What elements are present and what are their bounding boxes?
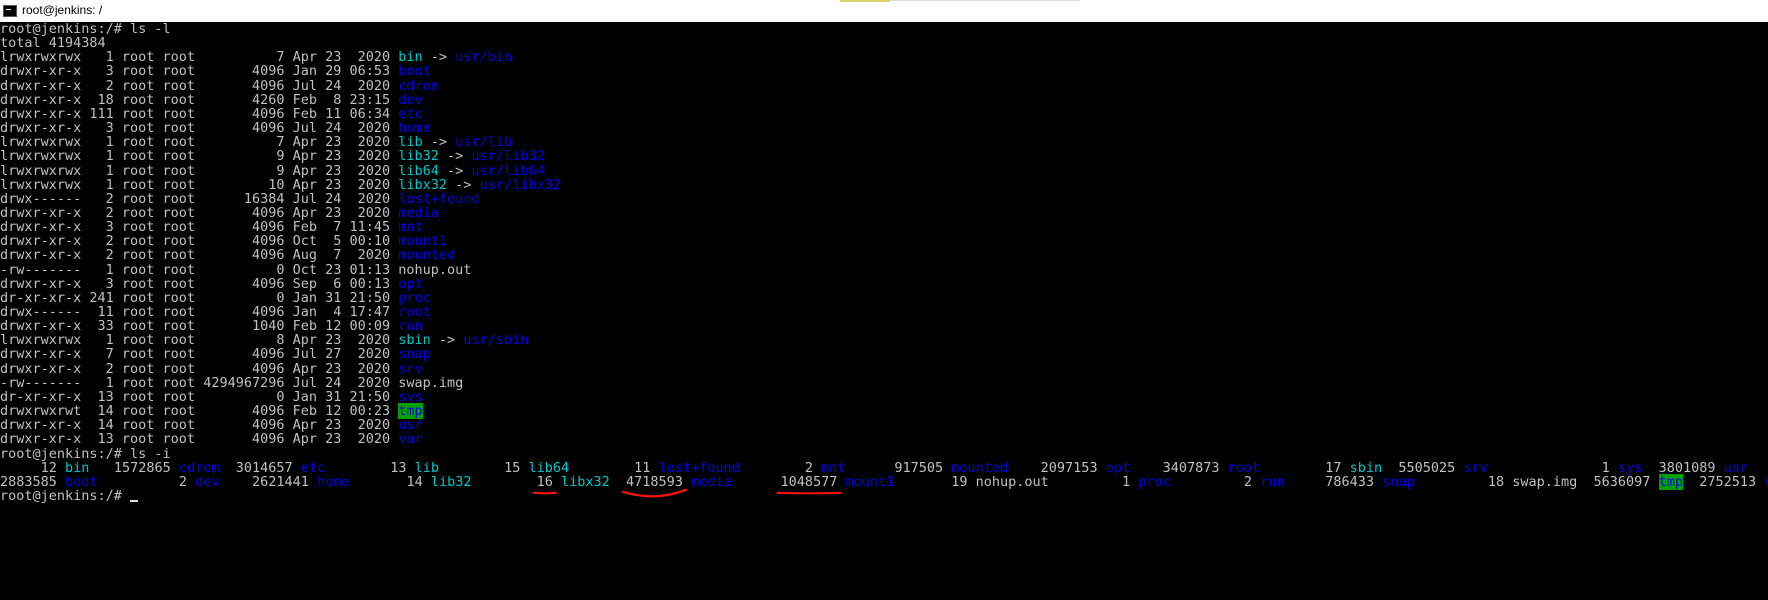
inode-number: 2 (1243, 473, 1253, 490)
inode-number: 19 (951, 473, 968, 490)
inode-entry-name: var (1764, 474, 1768, 490)
inode-number: 2 (178, 473, 187, 490)
symlink-target: usr/sbin (463, 332, 529, 349)
inode-number: 5636097 (1593, 473, 1651, 490)
symlink-target: usr/bin (455, 49, 513, 66)
titlebar-divider (890, 0, 1080, 1)
inode-entry-name: nohup.out (975, 473, 1049, 490)
inode-number: 18 (1487, 473, 1505, 490)
inode-entry-name: run (1260, 473, 1285, 490)
inode-entry-name: dev (195, 473, 220, 490)
inode-number: 1048577 (780, 473, 838, 490)
annotation-underline-inode-1048577 (776, 491, 842, 495)
inode-entry-name: lib32 (430, 473, 472, 490)
inode-entry-name: media (691, 473, 732, 490)
window-title: root@jenkins: / (22, 3, 103, 17)
symlink-arrow: -> (430, 332, 464, 349)
text-cursor (130, 499, 139, 502)
inode-number: 2752513 (1699, 473, 1757, 490)
inode-entry-name: proc (1138, 473, 1171, 490)
window-titlebar[interactable]: root@jenkins: / (0, 0, 1768, 22)
entry-name: var (398, 431, 423, 448)
inode-entry-name: snap (1382, 473, 1415, 490)
prompt-text: root@jenkins:/# (0, 487, 131, 504)
titlebar-accent (840, 0, 890, 2)
inode-entry-name: tmp (1658, 473, 1683, 490)
symlink-target: usr/libx32 (479, 176, 561, 193)
inode-number: 14 (406, 473, 423, 490)
inode-number: 1 (1121, 473, 1131, 490)
prompt-line: root@jenkins:/# (0, 487, 139, 504)
terminal-output[interactable]: root@jenkins:/# ls -l total 4194384 lrwxrw… (0, 22, 1768, 600)
console-app-icon (3, 5, 17, 17)
inode-row: 2883585 boot 2 dev 2621441 home 14 lib32… (0, 473, 1768, 490)
annotation-underline-inode-4718593 (621, 488, 688, 498)
inode-entry-name: libx32 (560, 473, 610, 490)
inode-number: 2621441 (252, 473, 309, 490)
inode-entry-name: swap.img (1512, 473, 1578, 490)
annotation-underline-inode-16 (532, 491, 557, 495)
inode-number: 4718593 (626, 473, 683, 490)
inode-number: 786433 (1325, 473, 1374, 490)
inode-entry-name: mount1 (845, 473, 895, 490)
inode-number: 16 (536, 473, 553, 490)
inode-entry-name: home (317, 473, 350, 490)
